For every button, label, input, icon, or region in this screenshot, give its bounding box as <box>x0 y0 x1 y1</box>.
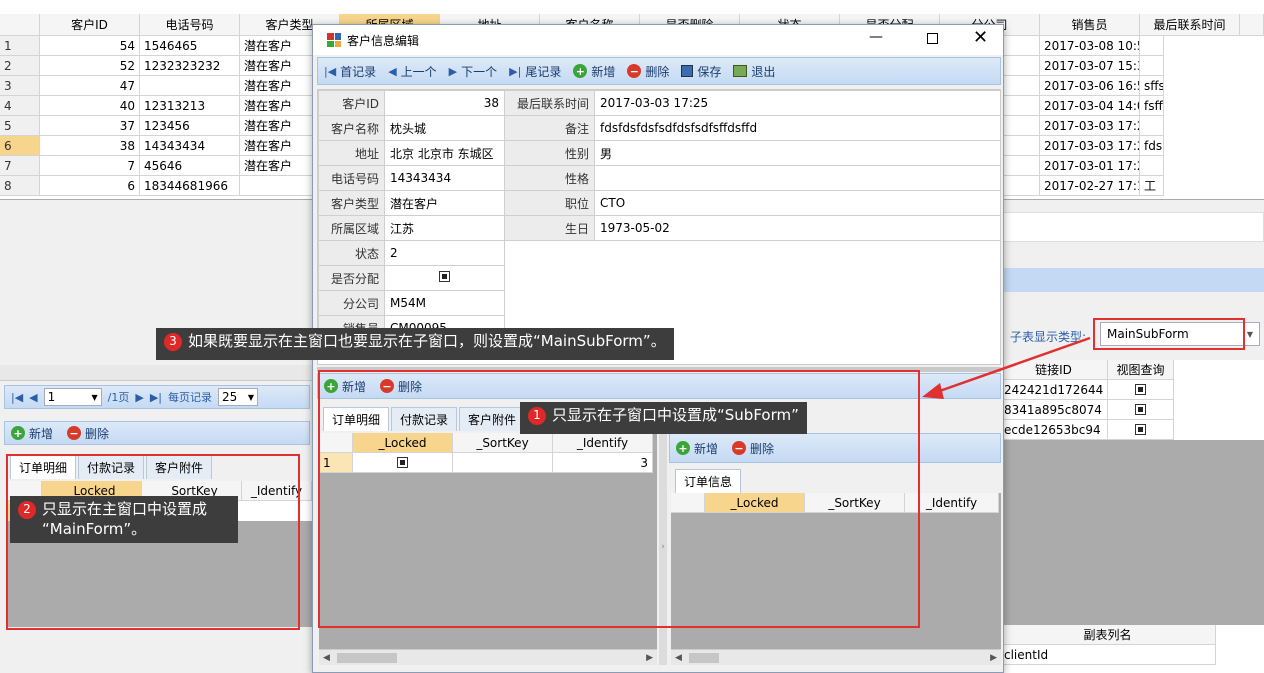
callout-number: 3 <box>164 333 182 351</box>
callout-text: 只显示在主窗口中设置成 <box>42 500 208 518</box>
callout-number: 2 <box>18 501 36 519</box>
callout-1: 1 只显示在子窗口中设置成“SubForm” <box>520 402 807 434</box>
callout-3: 3 如果既要显示在主窗口也要显示在子窗口，则设置成“MainSubForm”。 <box>156 328 674 360</box>
callout-text: “MainForm”。 <box>42 519 147 538</box>
callout-text-block: 只显示在主窗口中设置成 “MainForm”。 <box>42 500 207 539</box>
callout-text: 只显示在子窗口中设置成“SubForm” <box>552 406 799 424</box>
callout-number: 1 <box>528 407 546 425</box>
callout-2: 2 只显示在主窗口中设置成 “MainForm”。 <box>10 496 238 543</box>
callout-text: 如果既要显示在主窗口也要显示在子窗口，则设置成“MainSubForm”。 <box>188 332 666 350</box>
